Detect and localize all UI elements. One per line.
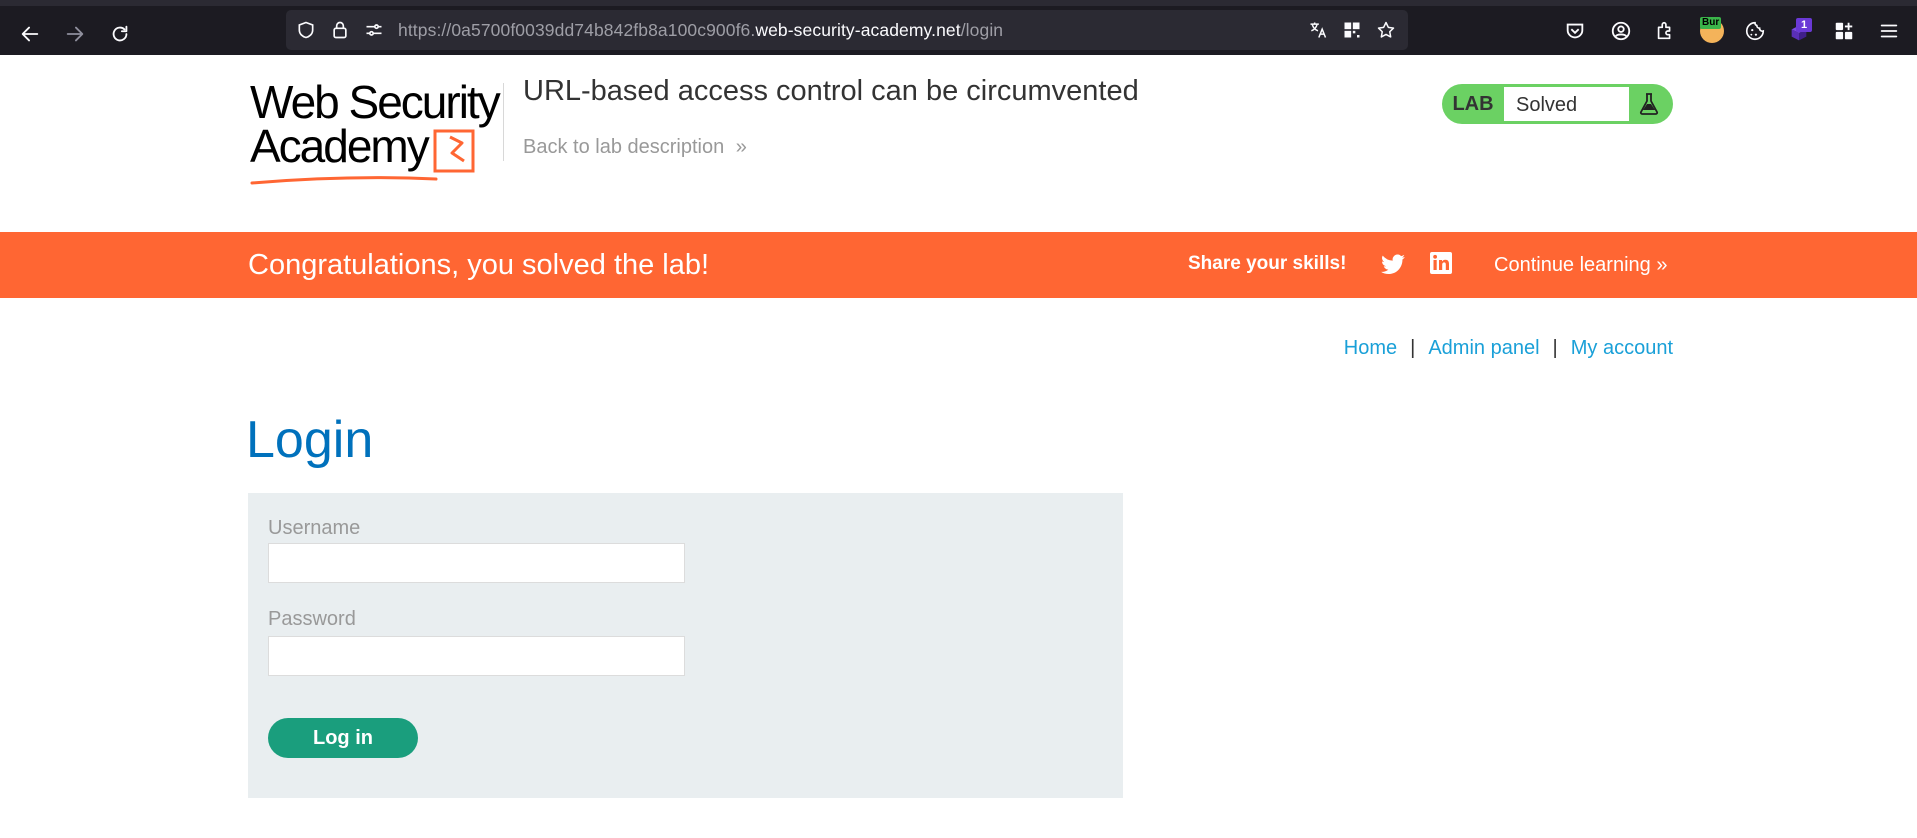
translate-icon[interactable] [1308,20,1328,40]
url-prefix: https://0a5700f0039dd74b842fb8a100c900f6… [398,20,756,40]
solved-message: Congratulations, you solved the lab! [248,249,710,281]
extensions-icon[interactable] [1654,20,1676,42]
menu-icon[interactable] [1878,20,1900,42]
shield-icon[interactable] [296,20,316,40]
grid-icon[interactable] [1833,20,1855,42]
lab-status-text: Solved [1516,94,1578,116]
login-form: Username Password Log in [248,493,1123,798]
extension-badge: 1 [1796,18,1812,32]
logo-bolt-icon [250,129,475,185]
burp-extension-icon[interactable]: Bur [1700,17,1724,43]
web-security-academy-logo[interactable]: Web Security Academy [250,79,501,189]
url-bar[interactable]: https://0a5700f0039dd74b842fb8a100c900f6… [286,10,1408,50]
password-label: Password [268,608,356,630]
lab-tag: LAB [1452,93,1494,115]
cookie-icon[interactable] [1744,20,1766,42]
chevron-double-right-icon: » [1656,254,1668,276]
login-button[interactable]: Log in [268,718,418,758]
url-text[interactable]: https://0a5700f0039dd74b842fb8a100c900f6… [398,20,1003,41]
twitter-icon[interactable] [1380,254,1406,276]
chevron-double-right-icon: » [735,136,747,158]
reload-button[interactable] [102,18,138,50]
forward-arrow-icon [66,26,84,42]
forward-button[interactable] [57,18,93,50]
url-host: web-security-academy.net [755,20,961,40]
solved-banner: Congratulations, you solved the lab! Sha… [0,232,1917,298]
share-skills-label: Share your skills! [1188,253,1347,274]
pocket-icon[interactable] [1564,20,1586,42]
star-icon[interactable] [1376,20,1396,40]
home-link[interactable]: Home [1344,337,1397,359]
lab-header: Web Security Academy URL-based access co… [0,55,1917,232]
back-button[interactable] [12,18,48,50]
back-link-label: Back to lab description [523,136,725,158]
admin-panel-link[interactable]: Admin panel [1428,337,1539,359]
linkedin-icon[interactable] [1430,252,1452,274]
my-account-link[interactable]: My account [1571,337,1673,359]
qr-code-icon[interactable] [1342,20,1362,40]
back-arrow-icon [21,26,39,42]
account-icon[interactable] [1610,20,1632,42]
password-input[interactable] [268,636,685,676]
lab-title: URL-based access control can be circumve… [523,75,1139,107]
lab-status-widget: LAB Solved [1442,84,1673,124]
continue-learning-label: Continue learning [1494,254,1651,276]
reload-icon [112,25,128,42]
burp-extension-label: Bur [1700,17,1722,29]
lock-icon[interactable] [330,20,350,40]
nav-separator: | [1410,337,1416,359]
permissions-icon[interactable] [364,20,384,40]
page-title: Login [246,411,374,469]
url-path: /login [960,20,1004,40]
header-divider [503,83,504,161]
lab-status-box: Solved [1504,87,1629,121]
continue-learning-link[interactable]: Continue learning » [1494,254,1667,277]
nav-separator: | [1552,337,1558,359]
username-label: Username [268,517,361,539]
username-input[interactable] [268,543,685,583]
back-to-lab-description-link[interactable]: Back to lab description » [523,136,747,159]
flask-icon [1629,87,1669,121]
account-nav: Home | Admin panel | My account [1344,337,1673,360]
browser-toolbar: https://0a5700f0039dd74b842fb8a100c900f6… [0,0,1917,55]
